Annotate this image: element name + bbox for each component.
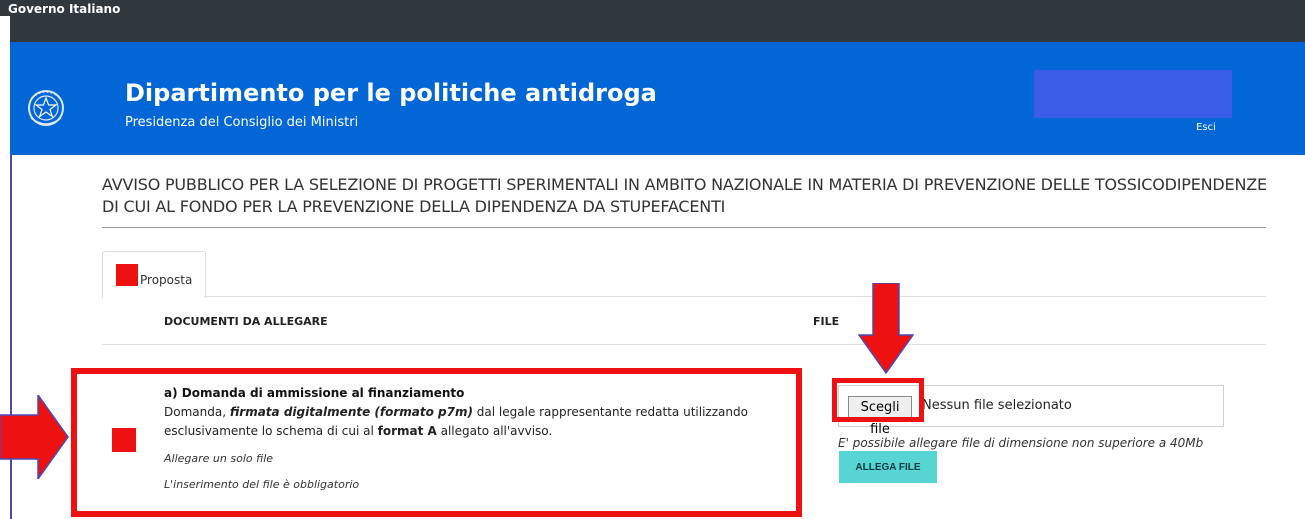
desc-emphasis: firmata digitalmente (formato p7m) — [229, 405, 473, 419]
desc-text-3: allegato all'avviso. — [436, 424, 553, 438]
desc-text-1: Domanda, — [164, 405, 230, 419]
notice-title: AVVISO PUBBLICO PER LA SELEZIONE DI PROG… — [102, 175, 1267, 216]
down-arrow-icon — [858, 283, 914, 375]
required-note: L'inserimento del file è obbligatorio — [164, 478, 360, 491]
documents-column-header: DOCUMENTI DA ALLEGARE — [164, 315, 328, 328]
right-arrow-icon — [0, 395, 69, 479]
single-file-note: Allegare un solo file — [164, 452, 274, 465]
file-size-note: E' possibile allegare file di dimensione… — [838, 436, 1204, 450]
document-description: Domanda, firmata digitalmente (formato p… — [164, 403, 784, 441]
tab-divider — [204, 296, 1266, 297]
tab-status-marker — [116, 264, 138, 286]
header-divider — [102, 344, 1266, 345]
department-title: Dipartimento per le politiche antidroga — [125, 79, 657, 107]
republic-emblem-icon — [28, 90, 64, 126]
user-info-box — [1034, 70, 1232, 118]
attach-file-button[interactable]: ALLEGA FILE — [839, 451, 937, 483]
top-bar: Governo Italiano — [0, 0, 1305, 42]
notice-divider — [102, 227, 1266, 228]
logout-link[interactable]: Esci — [1196, 122, 1216, 133]
document-status-marker — [112, 428, 136, 452]
government-label: Governo Italiano — [8, 2, 121, 16]
tab-label: Proposta — [140, 273, 193, 287]
corner-gap — [0, 16, 10, 42]
desc-format: format A — [377, 424, 437, 438]
site-header: Dipartimento per le politiche antidroga … — [10, 42, 1305, 155]
department-subtitle: Presidenza del Consiglio dei Ministri — [125, 115, 359, 130]
no-file-selected-label: Nessun file selezionato — [922, 398, 1072, 413]
file-column-header: FILE — [813, 315, 840, 328]
document-title: a) Domanda di ammissione al finanziament… — [164, 386, 465, 400]
choose-file-highlight — [832, 378, 924, 422]
tab-proposta[interactable]: Proposta — [102, 251, 206, 298]
